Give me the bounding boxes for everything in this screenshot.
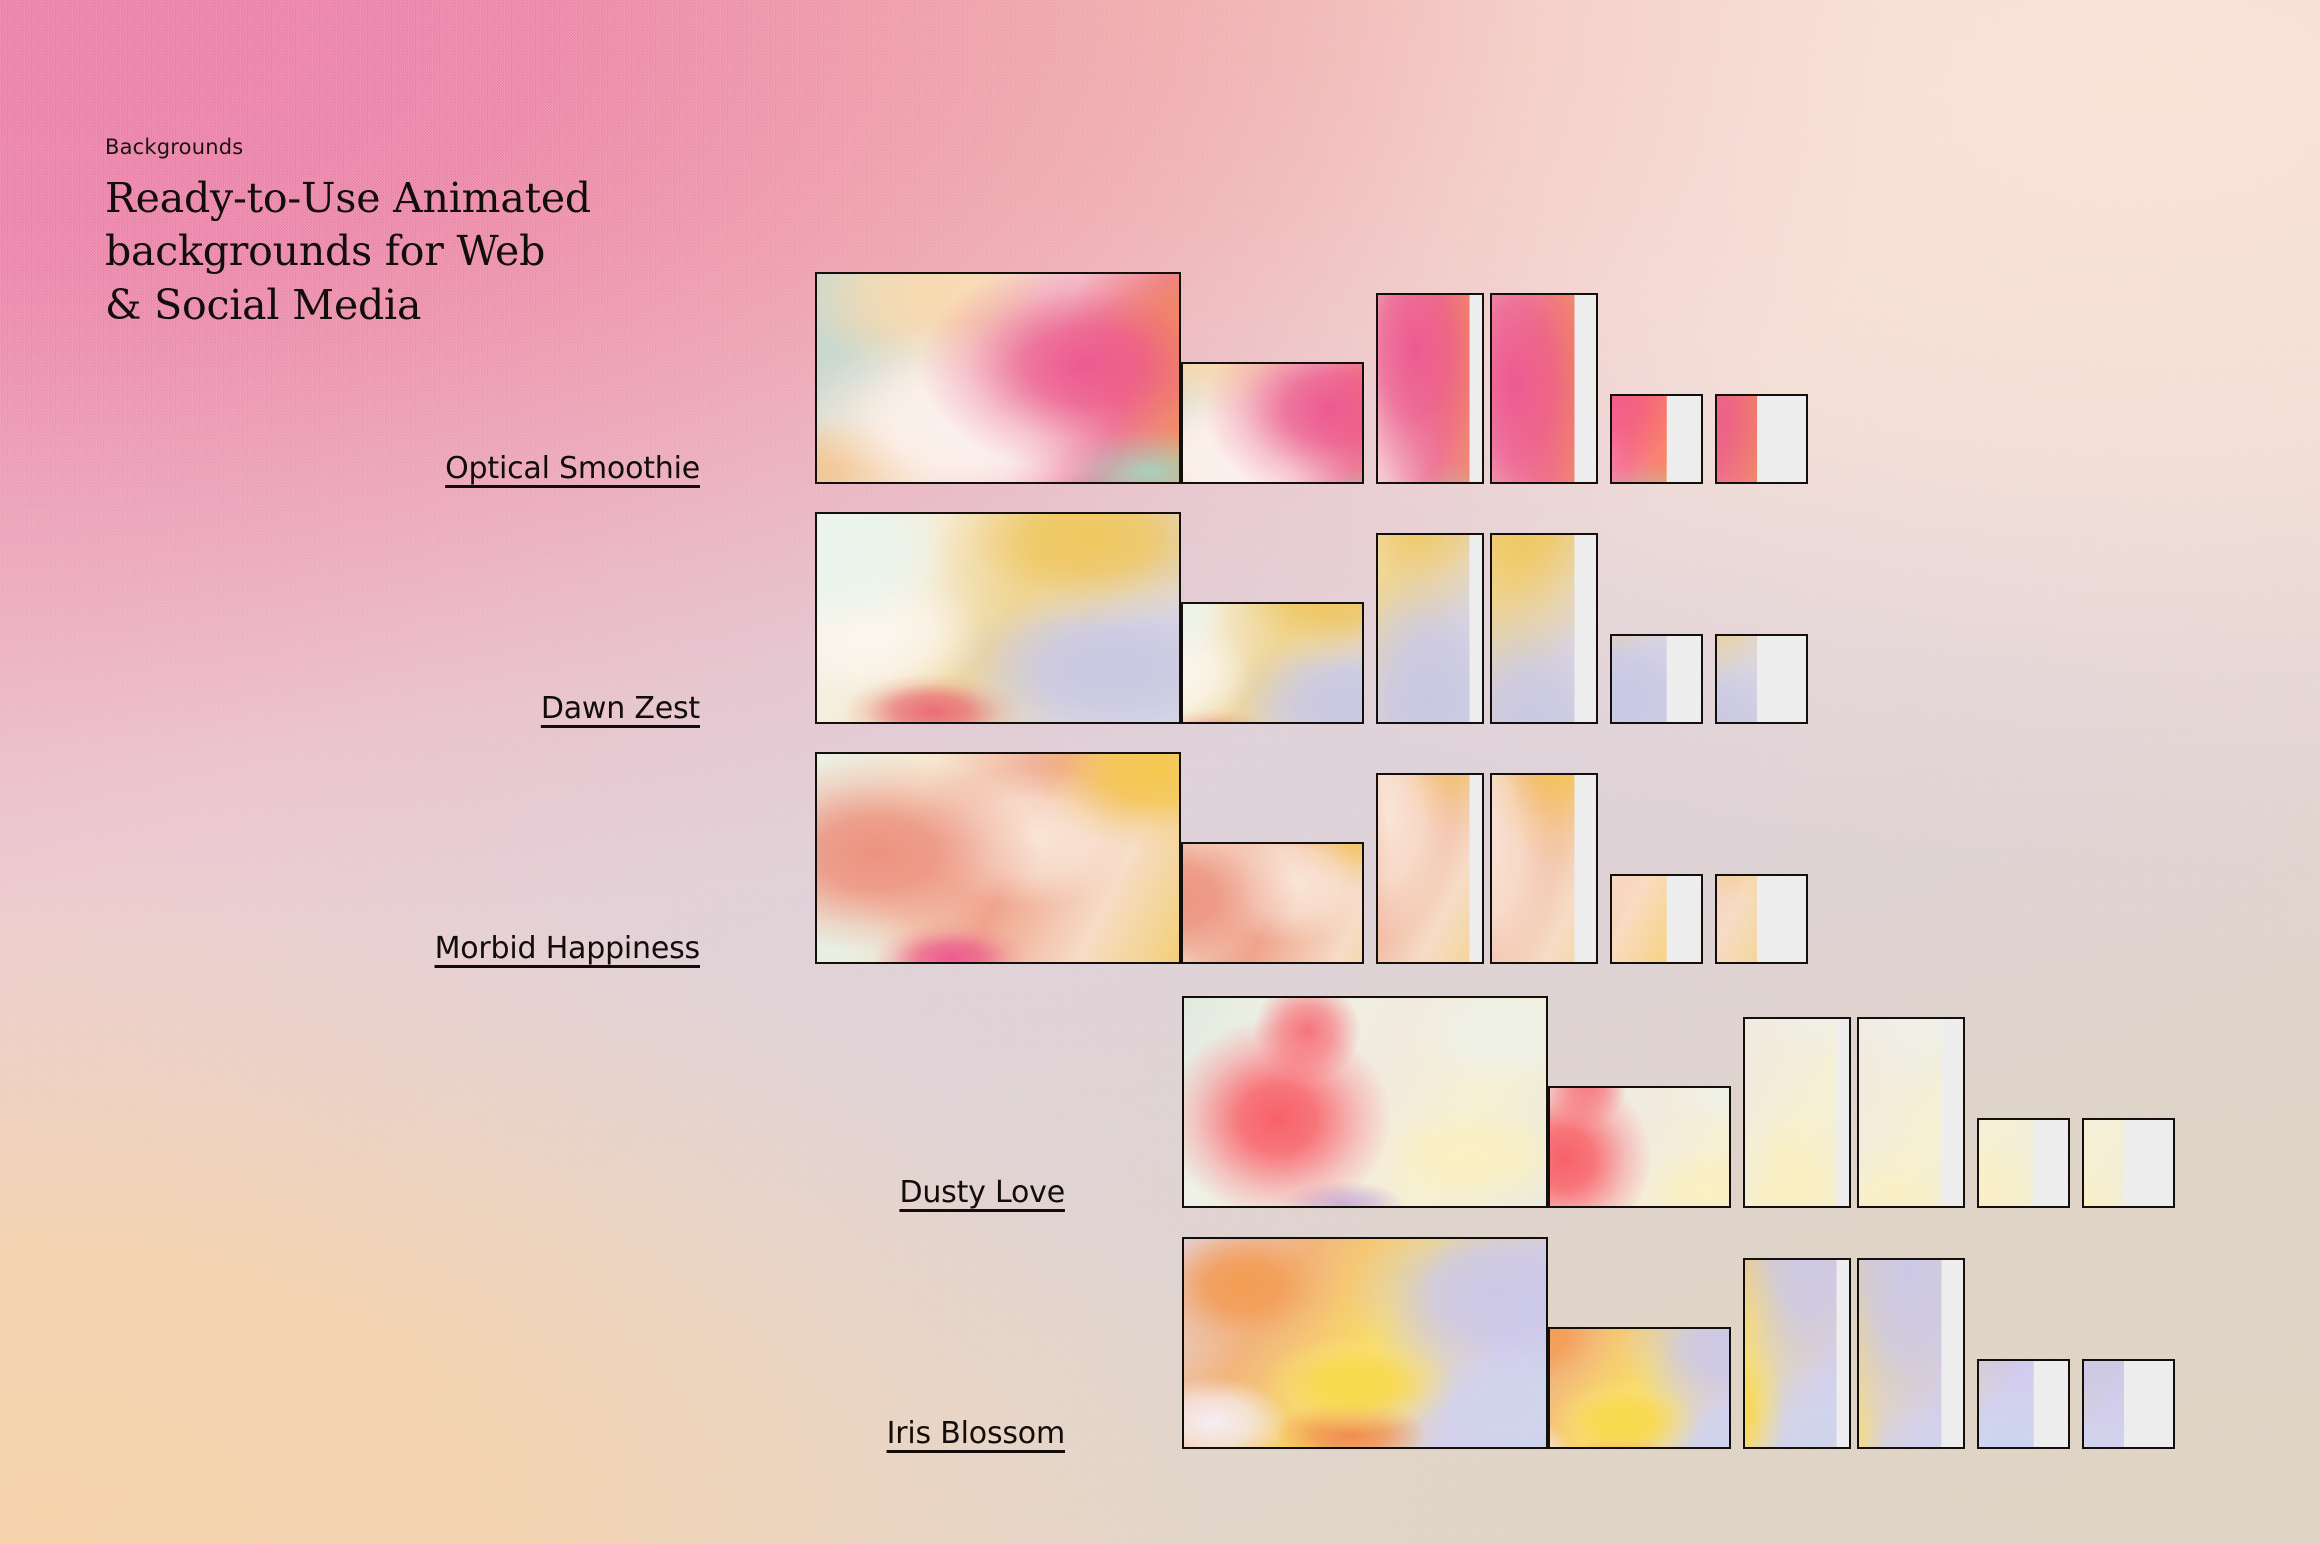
thumbnail-square-small-a[interactable] xyxy=(1610,874,1703,964)
thumbnail-grain xyxy=(1378,295,1482,482)
thumbnail-portrait-9-16[interactable] xyxy=(1376,533,1484,724)
thumbnail-grain xyxy=(1183,364,1362,482)
page-title-line-1: Ready-to-Use Animated xyxy=(105,174,591,222)
poster-canvas: Backgrounds Ready-to-Use Animated backgr… xyxy=(0,0,2320,1544)
thumbnail-square-small-a[interactable] xyxy=(1977,1118,2070,1208)
thumbnail-portrait-9-16[interactable] xyxy=(1376,773,1484,964)
thumbnail-grain xyxy=(817,514,1179,722)
thumbnail-landscape-16-9[interactable] xyxy=(815,752,1181,964)
thumbnail-grain xyxy=(1184,998,1546,1206)
thumbnail-grain xyxy=(1717,876,1806,962)
thumbnail-portrait-4-5[interactable] xyxy=(1490,533,1598,724)
thumbnail-portrait-4-5[interactable] xyxy=(1857,1258,1965,1449)
collection-row: Dawn Zest xyxy=(0,512,2320,724)
thumbnail-grain xyxy=(1378,775,1482,962)
thumbnail-portrait-4-5[interactable] xyxy=(1857,1017,1965,1208)
thumbnail-group xyxy=(0,512,2320,724)
thumbnail-portrait-9-16[interactable] xyxy=(1743,1258,1851,1449)
thumbnail-grain xyxy=(1745,1019,1849,1206)
thumbnail-portrait-9-16[interactable] xyxy=(1376,293,1484,484)
thumbnail-grain xyxy=(817,274,1179,482)
thumbnail-grain xyxy=(1378,535,1482,722)
thumbnail-grain xyxy=(1979,1120,2068,1206)
thumbnail-square-1-1[interactable] xyxy=(1181,362,1364,484)
thumbnail-grain xyxy=(1717,396,1806,482)
thumbnail-square-small-b[interactable] xyxy=(1715,874,1808,964)
thumbnail-group xyxy=(0,996,2320,1208)
thumbnail-portrait-4-5[interactable] xyxy=(1490,293,1598,484)
thumbnail-grain xyxy=(1550,1088,1729,1206)
thumbnail-grain xyxy=(1745,1260,1849,1447)
thumbnail-portrait-4-5[interactable] xyxy=(1490,773,1598,964)
page-title-line-2: backgrounds for Web xyxy=(105,227,546,276)
thumbnail-grain xyxy=(1859,1019,1963,1206)
thumbnail-grain xyxy=(1550,1329,1729,1447)
thumbnail-grain xyxy=(817,754,1179,962)
thumbnail-square-small-b[interactable] xyxy=(2082,1359,2175,1449)
eyebrow-label: Backgrounds xyxy=(105,135,244,159)
thumbnail-square-small-b[interactable] xyxy=(1715,634,1808,724)
thumbnail-square-1-1[interactable] xyxy=(1181,842,1364,964)
thumbnail-grain xyxy=(1492,775,1596,962)
thumbnail-square-small-b[interactable] xyxy=(2082,1118,2175,1208)
thumbnail-grain xyxy=(1859,1260,1963,1447)
thumbnail-grain xyxy=(1492,535,1596,722)
thumbnail-portrait-9-16[interactable] xyxy=(1743,1017,1851,1208)
page-title-line-3: & Social Media xyxy=(105,280,422,329)
thumbnail-landscape-16-9[interactable] xyxy=(1182,1237,1548,1449)
thumbnail-grain xyxy=(2084,1361,2173,1447)
thumbnail-square-small-b[interactable] xyxy=(1715,394,1808,484)
thumbnail-grain xyxy=(1492,295,1596,482)
thumbnail-square-1-1[interactable] xyxy=(1181,602,1364,724)
thumbnail-square-small-a[interactable] xyxy=(1610,394,1703,484)
thumbnail-square-small-a[interactable] xyxy=(1610,634,1703,724)
thumbnail-grain xyxy=(1612,396,1701,482)
thumbnail-grain xyxy=(1717,636,1806,722)
thumbnail-landscape-16-9[interactable] xyxy=(1182,996,1548,1208)
collection-row: Dusty Love xyxy=(0,996,2320,1208)
thumbnail-grain xyxy=(1183,604,1362,722)
thumbnail-grain xyxy=(1183,844,1362,962)
thumbnail-landscape-16-9[interactable] xyxy=(815,272,1181,484)
thumbnail-grain xyxy=(2084,1120,2173,1206)
thumbnail-group xyxy=(0,752,2320,964)
thumbnail-square-1-1[interactable] xyxy=(1548,1086,1731,1208)
collection-row: Morbid Happiness xyxy=(0,752,2320,964)
thumbnail-square-1-1[interactable] xyxy=(1548,1327,1731,1449)
thumbnail-landscape-16-9[interactable] xyxy=(815,512,1181,724)
heading-block: Backgrounds Ready-to-Use Animated backgr… xyxy=(105,137,591,332)
thumbnail-grain xyxy=(1979,1361,2068,1447)
thumbnail-square-small-a[interactable] xyxy=(1977,1359,2070,1449)
thumbnail-grain xyxy=(1184,1239,1546,1447)
thumbnail-grain xyxy=(1612,636,1701,722)
collection-row: Iris Blossom xyxy=(0,1237,2320,1449)
thumbnail-grain xyxy=(1612,876,1701,962)
thumbnail-group xyxy=(0,1237,2320,1449)
